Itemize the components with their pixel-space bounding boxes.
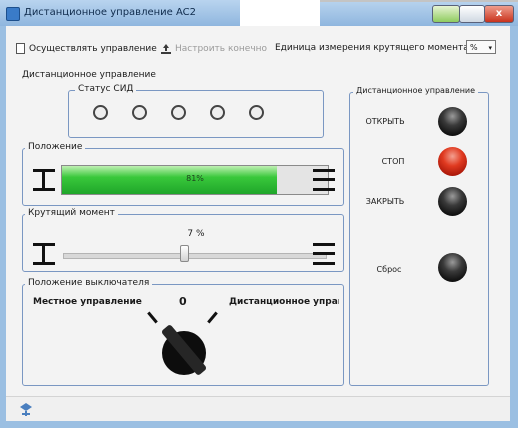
torque-min-icon [33, 243, 55, 265]
configure-icon [161, 44, 171, 54]
control-checkbox[interactable] [16, 43, 25, 54]
connection-icon[interactable] [18, 401, 34, 417]
unit-select-value: % [470, 43, 478, 52]
control-toggle[interactable]: Осуществлять управление [16, 43, 157, 54]
led-status-label: Статус СИД [75, 84, 137, 94]
status-led [132, 105, 147, 120]
close-label: ЗАКРЫТЬ [365, 197, 405, 206]
remote-commands-label: Дистанционное управление [353, 86, 479, 95]
maximize-button[interactable] [459, 5, 485, 23]
selector-knob-icon[interactable] [153, 319, 215, 381]
title-bar[interactable]: Дистанционное управление AC2 x [0, 0, 518, 27]
stop-button[interactable] [438, 147, 467, 176]
position-progress-bar: 81% [61, 165, 329, 195]
window-title: Дистанционное управление AC2 [24, 7, 196, 18]
torque-value: 7 % [187, 229, 205, 239]
unit-select[interactable]: % ▾ [466, 40, 496, 54]
switch-position-label: Положение выключателя [25, 278, 153, 288]
closed-limit-icon [33, 169, 55, 191]
torque-label: Крутящий момент [25, 208, 118, 218]
position-value: 81% [186, 174, 204, 183]
app-icon [6, 7, 20, 21]
status-led [249, 105, 264, 120]
status-bar [6, 396, 510, 421]
torque-max-icon [313, 243, 335, 265]
control-label: Осуществлять управление [29, 43, 157, 54]
status-led [171, 105, 186, 120]
unit-caption: Единица измерения крутящего момента [275, 43, 469, 53]
torque-group: Крутящий момент 7 % [22, 208, 344, 272]
remote-section-label: Дистанционное управление [22, 70, 156, 80]
close-command-button[interactable] [438, 187, 467, 216]
reset-label: Сброс [376, 265, 402, 274]
reset-button[interactable] [438, 253, 467, 282]
window-border-bottom [0, 420, 518, 428]
background-edge [320, 0, 518, 2]
status-led [210, 105, 225, 120]
minimize-button[interactable] [432, 5, 460, 23]
position-group: Положение 81% [22, 142, 344, 206]
status-led [93, 105, 108, 120]
remote-control-label: Дистанционное управ [229, 297, 339, 307]
title-bar-gap [240, 0, 320, 26]
switch-position-group: Положение выключателя Местное управление… [22, 278, 344, 386]
led-row [93, 105, 264, 120]
led-status-group: Статус СИД [68, 84, 324, 138]
torque-slider-track[interactable] [63, 253, 327, 259]
stop-label: СТОП [381, 157, 405, 166]
open-limit-icon [313, 169, 335, 191]
window-border-right [510, 26, 518, 422]
open-label: ОТКРЫТЬ [365, 117, 405, 126]
close-button[interactable]: x [484, 5, 514, 23]
open-button[interactable] [438, 107, 467, 136]
configure-label: Настроить конечно [175, 44, 268, 54]
switch-center-label: 0 [179, 295, 187, 308]
toolbar: Осуществлять управление Настроить конечн… [16, 43, 500, 59]
unit-caption-wrap: Единица измерения крутящего момента [275, 43, 469, 53]
local-control-label: Местное управление [33, 297, 142, 307]
chevron-down-icon: ▾ [488, 44, 492, 52]
configure-button[interactable]: Настроить конечно [160, 43, 267, 55]
remote-commands-group: Дистанционное управление ОТКРЫТЬ СТОП ЗА… [349, 86, 489, 386]
torque-slider-thumb[interactable] [179, 245, 189, 262]
position-label: Положение [25, 142, 86, 152]
